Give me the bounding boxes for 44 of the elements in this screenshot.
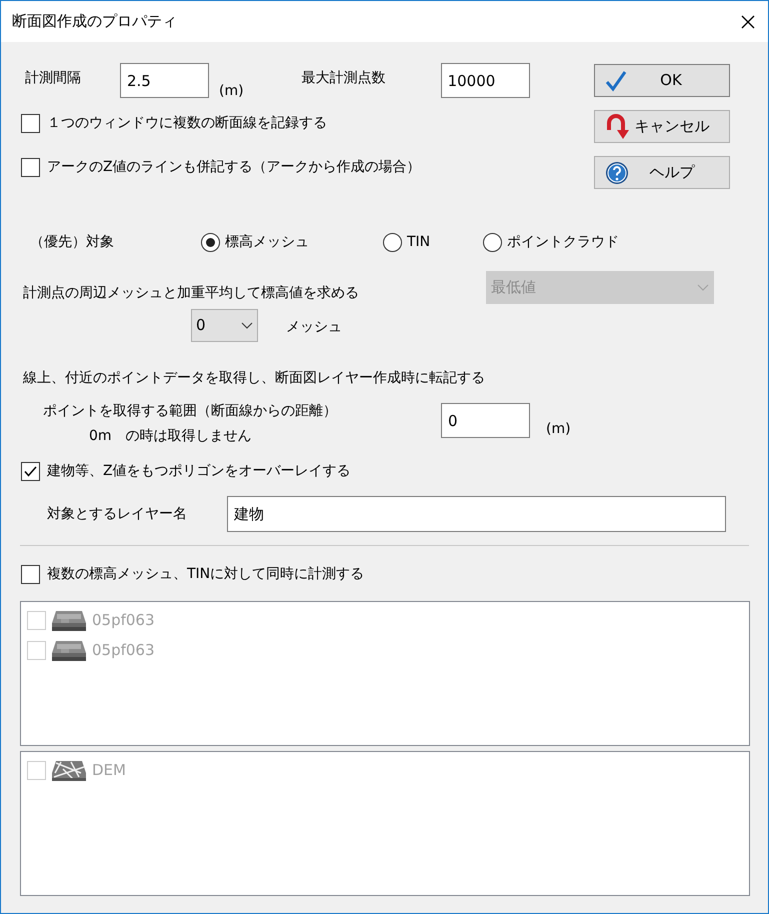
field-label: 計測点の周辺メッシュと加重平均して標高値を求める — [23, 284, 360, 303]
checkmark-icon — [605, 70, 627, 92]
radio-label[interactable]: 標高メッシュ — [225, 232, 309, 252]
field-label: ポイントを取得する範囲（断面線からの距離） — [42, 402, 338, 421]
input-field[interactable]: 10000 — [440, 63, 530, 98]
field-label: 最大計測点数 — [302, 69, 387, 88]
checkbox[interactable] — [21, 565, 40, 584]
radio-button[interactable] — [383, 232, 402, 252]
unit-label: (m) — [546, 420, 571, 439]
checkbox-label[interactable]: アークのZ値のラインも併記する（アークから作成の場合） — [47, 157, 421, 178]
input-field[interactable]: 0 — [441, 403, 530, 438]
help-icon — [605, 160, 629, 184]
unit-label: メッシュ — [286, 318, 342, 337]
chevron-icon — [697, 284, 709, 292]
unit-label: (m) — [219, 82, 244, 101]
field-label: （優先）対象 — [30, 232, 115, 252]
ok-button[interactable]: OK — [594, 64, 730, 97]
window-title: 断面図作成のプロパティ — [12, 11, 177, 32]
input-field[interactable]: 2.5 — [120, 63, 209, 98]
dropdown[interactable]: 0 — [191, 309, 258, 342]
input-field[interactable]: 建物 — [227, 496, 726, 532]
radio-label[interactable]: ポイントクラウド — [507, 232, 619, 252]
chevron-icon — [241, 322, 253, 330]
radio-button[interactable] — [483, 232, 502, 252]
checkbox-label[interactable]: 複数の標高メッシュ、TINに対して同時に計測する — [47, 564, 364, 585]
u-turn-arrow-icon — [605, 114, 629, 140]
field-label: 対象とするレイヤー名 — [46, 504, 188, 524]
field-label: 計測間隔 — [25, 69, 82, 88]
radio-label[interactable]: TIN — [407, 232, 430, 252]
close-icon[interactable] — [740, 14, 756, 30]
mesh-layer-icon — [51, 608, 87, 632]
checkbox-label[interactable]: 建物等、Z値をもつポリゴンをオーバーレイする — [47, 461, 351, 482]
help-button[interactable]: ヘルプ — [594, 156, 730, 189]
radio-button[interactable] — [201, 232, 220, 252]
field-label: 線上、付近のポイントデータを取得し、断面図レイヤー作成時に転記する — [22, 369, 486, 388]
checkbox[interactable] — [21, 158, 40, 177]
checkbox[interactable] — [21, 114, 40, 133]
checkbox[interactable] — [21, 462, 40, 481]
note-text: 0m の時は取得しません — [88, 427, 253, 446]
mesh-layer-icon — [51, 638, 87, 662]
checkbox-label[interactable]: １つのウィンドウに複数の断面線を記録する — [47, 113, 327, 134]
checkmark-icon — [24, 466, 37, 477]
tin-layer-icon — [51, 758, 87, 782]
cancel-button[interactable]: キャンセル — [594, 110, 730, 143]
